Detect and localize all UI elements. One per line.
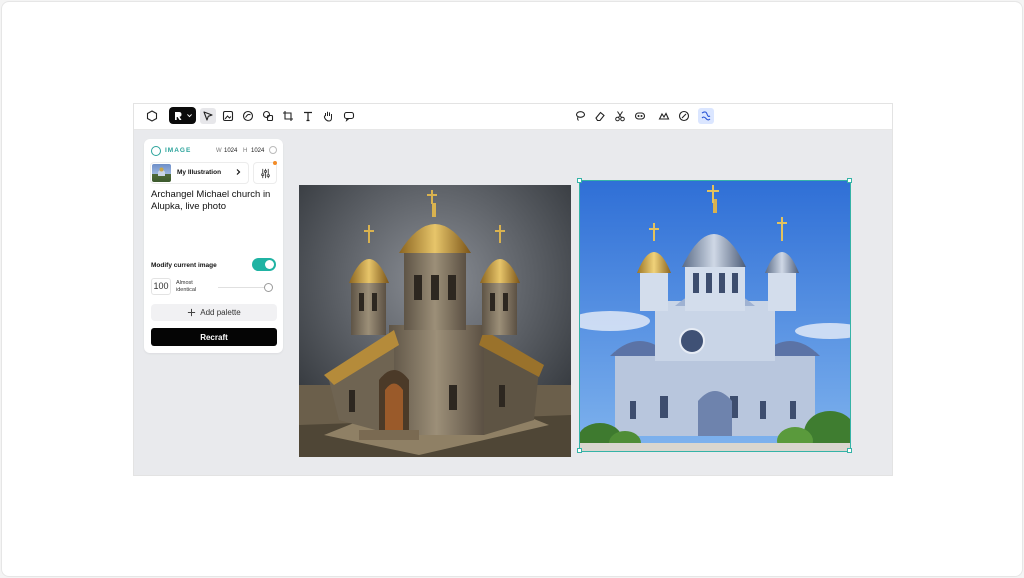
- style-selector[interactable]: My Illustration: [150, 162, 249, 184]
- prompt-input[interactable]: Archangel Michael church in Alupka, live…: [151, 189, 279, 213]
- width-label: W: [216, 148, 222, 154]
- mask-icon[interactable]: [632, 108, 648, 124]
- resize-handle-bottom-left[interactable]: [577, 448, 582, 453]
- height-value[interactable]: 1024: [251, 148, 264, 154]
- toolbar: [134, 104, 892, 130]
- modify-current-image-toggle[interactable]: [252, 258, 276, 271]
- height-label: H: [243, 148, 248, 154]
- style-settings-button[interactable]: [253, 162, 277, 184]
- toggle-knob: [265, 260, 274, 269]
- add-palette-label: Add palette: [200, 308, 241, 317]
- resize-handle-bottom-right[interactable]: [847, 448, 852, 453]
- chevron-right-icon: [236, 169, 241, 175]
- select-cursor-icon[interactable]: [200, 108, 216, 124]
- plus-icon: [188, 308, 196, 317]
- panel-type-label: IMAGE: [165, 147, 192, 154]
- model-select-button[interactable]: [169, 107, 196, 124]
- strength-slider-track[interactable]: [218, 287, 268, 288]
- original-church-image[interactable]: [299, 185, 571, 457]
- notification-dot: [273, 161, 277, 165]
- hexagon-icon[interactable]: [144, 108, 160, 124]
- image-type-icon: [151, 146, 161, 156]
- vector-icon[interactable]: [240, 108, 256, 124]
- lasso-icon[interactable]: [572, 108, 588, 124]
- image-frame-icon[interactable]: [220, 108, 236, 124]
- comment-icon[interactable]: [341, 108, 357, 124]
- resize-handle-top-left[interactable]: [577, 178, 582, 183]
- hand-pan-icon[interactable]: [320, 108, 336, 124]
- text-tool-icon[interactable]: [300, 108, 316, 124]
- strength-slider-handle[interactable]: [264, 283, 273, 292]
- model-logo-icon: [174, 111, 181, 120]
- add-palette-button[interactable]: Add palette: [151, 304, 277, 321]
- crop-frame-icon[interactable]: [280, 108, 296, 124]
- shapes-icon[interactable]: [260, 108, 276, 124]
- variations-icon[interactable]: [698, 108, 714, 124]
- upscale-icon[interactable]: [656, 108, 672, 124]
- scissors-icon[interactable]: [612, 108, 628, 124]
- eraser-icon[interactable]: [592, 108, 608, 124]
- panel-header: IMAGE W 1024 H 1024: [151, 146, 277, 158]
- image-settings-panel: IMAGE W 1024 H 1024 My Illustration Arch…: [144, 139, 283, 353]
- recraft-button[interactable]: Recraft: [151, 328, 277, 346]
- clock-icon[interactable]: [269, 146, 277, 154]
- editor-window: IMAGE W 1024 H 1024 My Illustration Arch…: [133, 103, 893, 476]
- width-value[interactable]: 1024: [224, 148, 237, 154]
- style-name: My Illustration: [177, 169, 222, 176]
- strength-label: Almost identical: [176, 280, 197, 293]
- chevron-down-icon: [186, 114, 192, 118]
- modify-current-image-label: Modify current image: [151, 262, 217, 269]
- sliders-icon: [260, 168, 270, 178]
- recraft-label: Recraft: [200, 332, 228, 342]
- resize-handle-top-right[interactable]: [847, 178, 852, 183]
- strength-value[interactable]: 100: [151, 278, 171, 295]
- brush-icon[interactable]: [676, 108, 692, 124]
- style-thumbnail: [152, 164, 171, 182]
- recrafted-church-image[interactable]: [580, 181, 850, 451]
